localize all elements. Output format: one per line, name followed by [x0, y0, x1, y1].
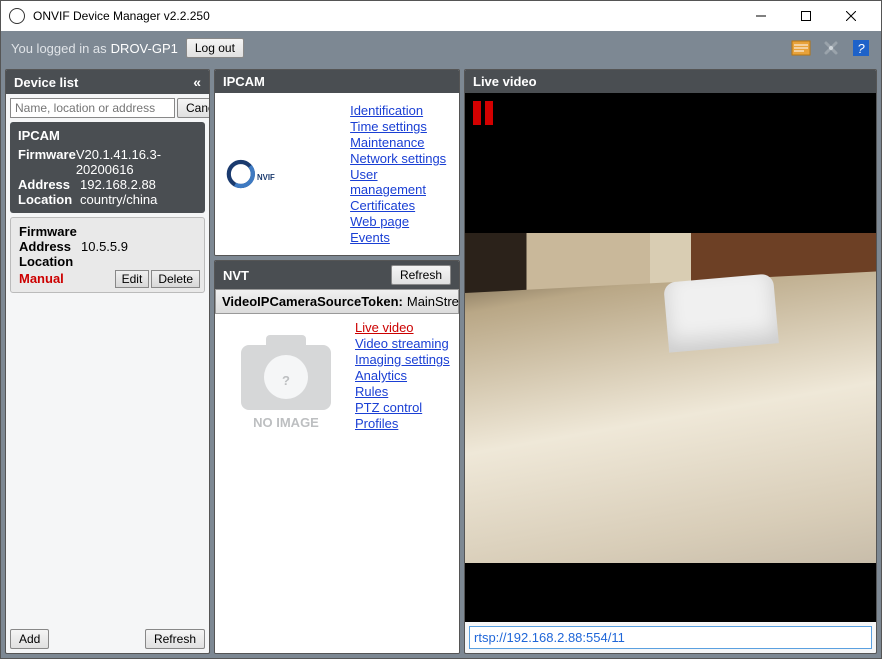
device-name: IPCAM — [18, 128, 197, 143]
live-video-title: Live video — [473, 74, 868, 89]
titlebar: ONVIF Device Manager v2.2.250 — [1, 1, 881, 31]
no-image-placeholder: ? NO IMAGE — [221, 320, 351, 440]
nvt-panel: NVT Refresh VideoIPCameraSourceToken: Ma… — [214, 260, 460, 654]
logout-button[interactable]: Log out — [186, 38, 244, 58]
device-card[interactable]: Firmware Address10.5.5.9 Location Manual… — [10, 217, 205, 293]
maximize-button[interactable] — [783, 1, 828, 31]
link-profiles[interactable]: Profiles — [355, 416, 450, 431]
svg-text:?: ? — [857, 41, 865, 56]
nvt-title: NVT — [223, 268, 391, 283]
delete-device-button[interactable]: Delete — [151, 270, 200, 288]
ipcam-title: IPCAM — [223, 74, 451, 89]
app-icon — [9, 8, 25, 24]
main-content: Device list « Cancel IPCAM FirmwareV20.1… — [1, 65, 881, 658]
link-identification[interactable]: Identification — [350, 103, 453, 118]
token-row[interactable]: VideoIPCameraSourceToken: MainStreamProf… — [215, 289, 459, 314]
close-button[interactable] — [828, 1, 873, 31]
link-time-settings[interactable]: Time settings — [350, 119, 453, 134]
link-live-video[interactable]: Live video — [355, 320, 450, 335]
link-rules[interactable]: Rules — [355, 384, 450, 399]
link-events[interactable]: Events — [350, 230, 453, 245]
collapse-icon[interactable]: « — [193, 74, 201, 90]
add-device-button[interactable]: Add — [10, 629, 49, 649]
svg-text:NVIF: NVIF — [257, 173, 275, 182]
token-value: MainStreamProfile — [407, 294, 460, 309]
search-cancel-button[interactable]: Cancel — [177, 98, 210, 118]
window-title: ONVIF Device Manager v2.2.250 — [33, 9, 738, 23]
nvt-refresh-button[interactable]: Refresh — [391, 265, 451, 285]
link-user-management[interactable]: User management — [350, 167, 453, 197]
live-video-view[interactable] — [465, 93, 876, 622]
svg-text:NO IMAGE: NO IMAGE — [253, 415, 319, 430]
link-certificates[interactable]: Certificates — [350, 198, 453, 213]
ipcam-links: Identification Time settings Maintenance… — [346, 103, 453, 245]
nvt-links: Live video Video streaming Imaging setti… — [351, 320, 450, 647]
device-list-panel: Device list « Cancel IPCAM FirmwareV20.1… — [5, 69, 210, 654]
edit-device-button[interactable]: Edit — [115, 270, 150, 288]
link-web-page[interactable]: Web page — [350, 214, 453, 229]
pause-icon[interactable] — [473, 101, 493, 125]
login-prefix: You logged in as — [11, 41, 107, 56]
settings-icon[interactable] — [821, 38, 841, 58]
login-bar: You logged in as DROV-GP1 Log out ? — [1, 31, 881, 65]
live-video-header: Live video — [465, 70, 876, 93]
nvt-header: NVT Refresh — [215, 261, 459, 289]
link-imaging-settings[interactable]: Imaging settings — [355, 352, 450, 367]
device-search-input[interactable] — [10, 98, 175, 118]
refresh-devices-button[interactable]: Refresh — [145, 629, 205, 649]
login-user: DROV-GP1 — [111, 41, 178, 56]
svg-text:?: ? — [282, 373, 290, 388]
ipcam-header: IPCAM — [215, 70, 459, 93]
token-key: VideoIPCameraSourceToken: — [222, 294, 403, 309]
device-card-active[interactable]: IPCAM FirmwareV20.1.41.16.3-20200616 Add… — [10, 122, 205, 213]
link-network-settings[interactable]: Network settings — [350, 151, 453, 166]
log-icon[interactable] — [791, 38, 811, 58]
link-video-streaming[interactable]: Video streaming — [355, 336, 450, 351]
link-ptz-control[interactable]: PTZ control — [355, 400, 450, 415]
onvif-logo: NVIF — [221, 103, 346, 245]
link-analytics[interactable]: Analytics — [355, 368, 450, 383]
help-icon[interactable]: ? — [851, 38, 871, 58]
live-video-panel: Live video — [464, 69, 877, 654]
link-maintenance[interactable]: Maintenance — [350, 135, 453, 150]
ipcam-panel: IPCAM NVIF Identification Time settings … — [214, 69, 460, 256]
stream-url-input[interactable] — [469, 626, 872, 649]
device-list-header: Device list « — [6, 70, 209, 94]
minimize-button[interactable] — [738, 1, 783, 31]
video-frame — [465, 233, 876, 563]
device-list-title: Device list — [14, 75, 193, 90]
